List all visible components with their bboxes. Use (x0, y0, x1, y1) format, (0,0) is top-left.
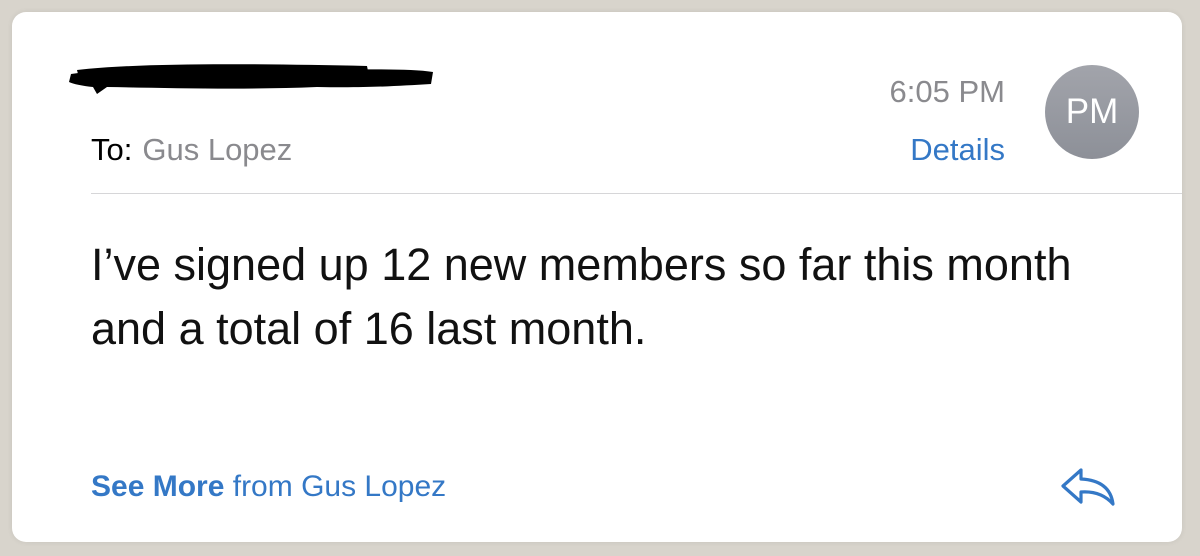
see-more-link[interactable]: See More (91, 470, 224, 503)
divider (91, 193, 1182, 194)
avatar[interactable]: PM (1045, 65, 1139, 159)
to-label: To: (91, 132, 133, 167)
see-more-suffix[interactable]: from Gus Lopez (233, 470, 446, 503)
email-preview-card: To: Gus Lopez 6:05 PM Details PM I’ve sig… (12, 12, 1182, 542)
reply-icon[interactable] (1059, 464, 1117, 508)
message-time: 6:05 PM (889, 74, 1005, 109)
recipient-name: Gus Lopez (142, 132, 293, 167)
details-link[interactable]: Details (910, 130, 1005, 170)
redacted-sender (69, 64, 433, 94)
message-body: I’ve signed up 12 new members so far thi… (91, 239, 1072, 354)
see-more-footer[interactable]: See More from Gus Lopez (91, 468, 446, 506)
recipient-row: To: Gus Lopez (91, 130, 292, 170)
